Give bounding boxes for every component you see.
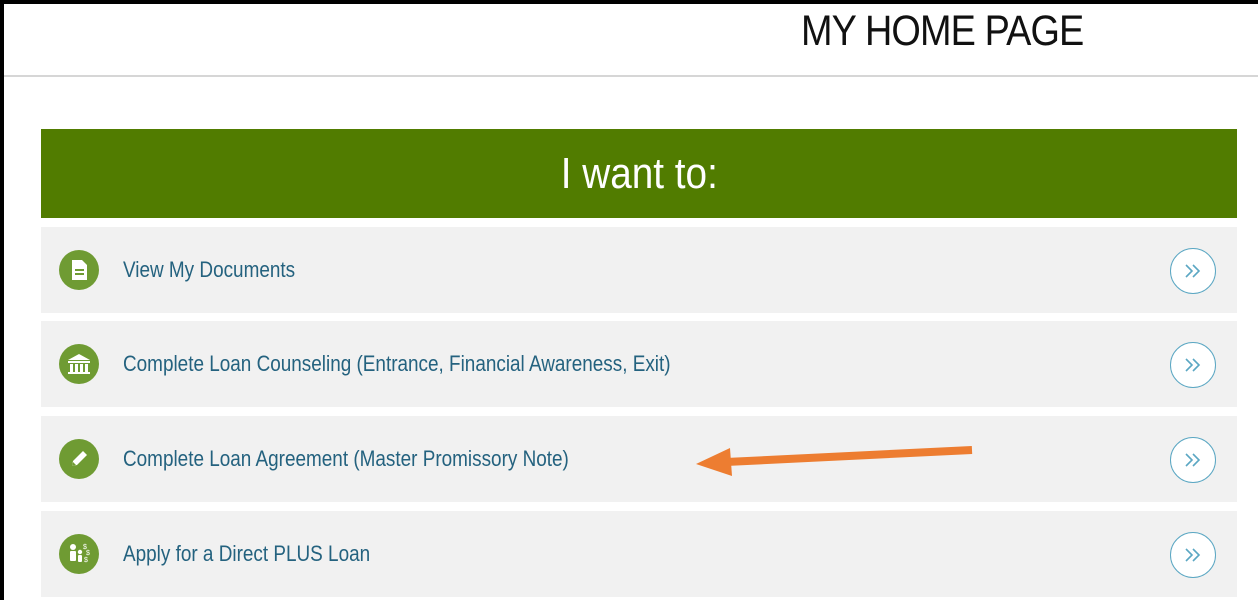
- annotation-arrow-icon: [696, 446, 973, 476]
- action-loan-agreement[interactable]: Complete Loan Agreement (Master Promisso…: [41, 416, 1237, 502]
- document-icon: [59, 250, 99, 290]
- chevron-right-icon[interactable]: [1170, 532, 1216, 578]
- action-label[interactable]: Complete Loan Agreement (Master Promisso…: [123, 445, 569, 473]
- svg-text:$: $: [86, 550, 90, 557]
- institution-icon: [59, 344, 99, 384]
- svg-text:$: $: [84, 557, 88, 564]
- pencil-icon: [59, 439, 99, 479]
- family-money-icon: $ $ $: [59, 534, 99, 574]
- action-label[interactable]: Apply for a Direct PLUS Loan: [123, 540, 370, 568]
- action-label[interactable]: View My Documents: [123, 256, 295, 284]
- page-header: MY HOME PAGE: [4, 4, 1258, 77]
- action-loan-counseling[interactable]: Complete Loan Counseling (Entrance, Fina…: [41, 321, 1237, 407]
- chevron-right-icon[interactable]: [1170, 437, 1216, 483]
- action-label[interactable]: Complete Loan Counseling (Entrance, Fina…: [123, 350, 671, 378]
- panel-title: I want to:: [560, 148, 718, 198]
- chevron-right-icon[interactable]: [1170, 248, 1216, 294]
- page-title: MY HOME PAGE: [801, 7, 1084, 55]
- panel-header: I want to:: [41, 129, 1237, 218]
- chevron-right-icon[interactable]: [1170, 342, 1216, 388]
- action-view-documents[interactable]: View My Documents: [41, 227, 1237, 313]
- action-plus-loan[interactable]: $ $ $ Apply for a Direct PLUS Loan: [41, 511, 1237, 597]
